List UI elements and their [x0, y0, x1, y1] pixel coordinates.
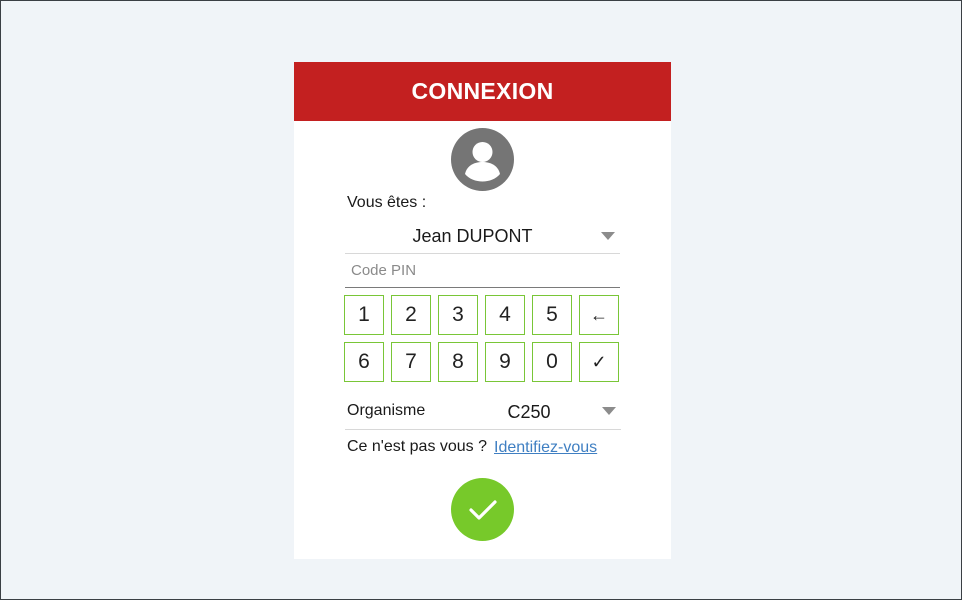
key-backspace[interactable]: ←: [579, 295, 619, 335]
key-5[interactable]: 5: [532, 295, 572, 335]
user-avatar-icon: [451, 128, 514, 191]
caret-down-icon: [601, 232, 615, 240]
key-3[interactable]: 3: [438, 295, 478, 335]
submit-button[interactable]: [451, 478, 514, 541]
not-you-prompt: Ce n'est pas vous ?: [347, 438, 488, 455]
organization-label: Organisme: [347, 402, 426, 419]
key-validate[interactable]: ✓: [579, 342, 619, 382]
caret-down-icon: [602, 407, 616, 415]
key-1[interactable]: 1: [344, 295, 384, 335]
identify-link[interactable]: Identifiez-vous: [494, 439, 597, 457]
user-select-label: Vous êtes :: [347, 194, 427, 211]
key-6[interactable]: 6: [344, 342, 384, 382]
key-4[interactable]: 4: [485, 295, 525, 335]
key-0[interactable]: 0: [532, 342, 572, 382]
organization-select[interactable]: C250: [465, 395, 621, 429]
key-9[interactable]: 9: [485, 342, 525, 382]
organization-row: Organisme C250: [345, 395, 621, 430]
pin-input[interactable]: [345, 254, 620, 288]
user-select[interactable]: Jean DUPONT: [345, 220, 620, 254]
key-7[interactable]: 7: [391, 342, 431, 382]
login-card: CONNEXION Vous êtes : Jean DUPONT 1 2 3 …: [294, 62, 671, 559]
checkmark-icon: [468, 499, 497, 520]
key-2[interactable]: 2: [391, 295, 431, 335]
login-title: CONNEXION: [411, 78, 554, 104]
login-header: CONNEXION: [294, 62, 671, 121]
key-8[interactable]: 8: [438, 342, 478, 382]
user-select-value: Jean DUPONT: [412, 226, 533, 246]
organization-select-value: C250: [507, 402, 551, 422]
